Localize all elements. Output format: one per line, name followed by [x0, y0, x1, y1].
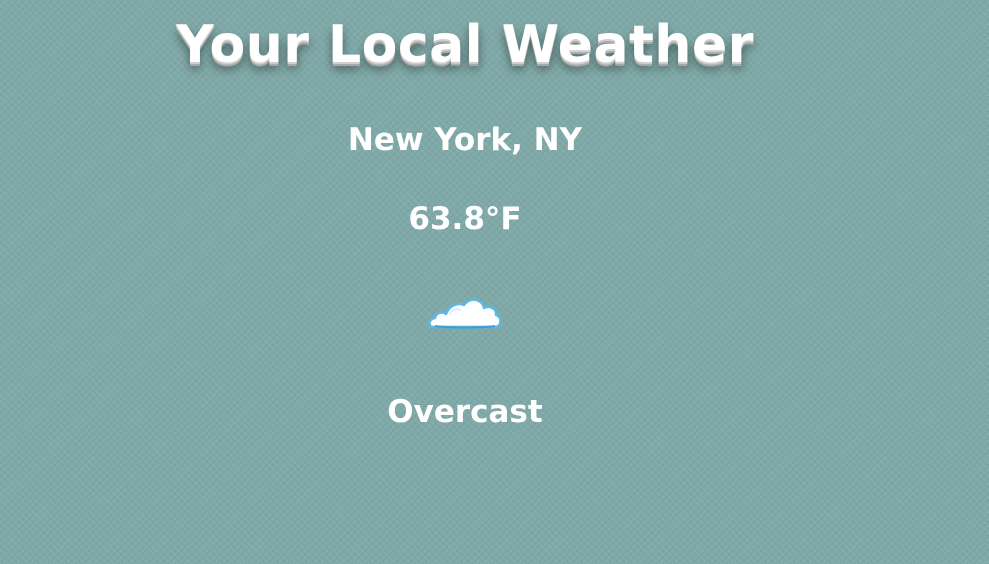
temperature-value: 63.8°F: [408, 201, 522, 237]
weather-condition: Overcast: [387, 394, 543, 430]
location-label: New York, NY: [347, 122, 583, 158]
page-title: Your Local Weather: [176, 15, 754, 75]
cloud-icon: [427, 294, 503, 334]
